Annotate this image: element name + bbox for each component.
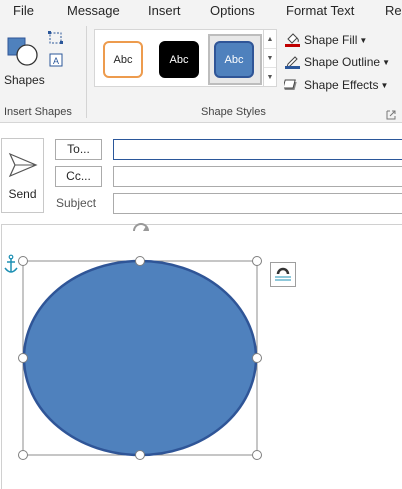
pen-icon bbox=[284, 54, 301, 70]
shape-styles-gallery: Abc Abc Abc bbox=[94, 29, 264, 87]
tab-file[interactable]: File bbox=[13, 3, 34, 18]
text-box-icon[interactable]: A bbox=[47, 52, 65, 68]
cc-field[interactable] bbox=[113, 166, 402, 187]
shapes-label: Shapes bbox=[4, 73, 45, 87]
shape-fill-button[interactable]: Shape Fill ▼ bbox=[284, 30, 367, 50]
chevron-down-icon: ▼ bbox=[382, 57, 390, 67]
send-button[interactable]: Send bbox=[1, 138, 44, 213]
style-swatch-orange-outline[interactable]: Abc bbox=[103, 41, 143, 78]
style-swatch-black[interactable]: Abc bbox=[159, 41, 199, 78]
paint-bucket-icon bbox=[284, 32, 301, 48]
chevron-down-icon: ▼ bbox=[359, 35, 368, 45]
edit-shape-icon[interactable] bbox=[47, 30, 65, 46]
insert-shapes-group-label: Insert Shapes bbox=[4, 106, 72, 118]
subject-field[interactable] bbox=[113, 193, 402, 214]
group-separator bbox=[86, 26, 87, 118]
shape-effects-label: Shape Effects bbox=[304, 78, 379, 92]
send-icon bbox=[8, 152, 38, 178]
tab-insert[interactable]: Insert bbox=[148, 3, 181, 18]
gallery-scroll: ▲ ▼ ▼ bbox=[264, 29, 277, 87]
shape-styles-group-label: Shape Styles bbox=[201, 106, 266, 118]
shape-outline-label: Shape Outline bbox=[304, 55, 381, 69]
gallery-more-icon[interactable]: ▼ bbox=[264, 68, 276, 87]
tab-message[interactable]: Message bbox=[67, 3, 120, 18]
chevron-down-icon: ▼ bbox=[380, 80, 389, 90]
to-button[interactable]: To... bbox=[55, 139, 102, 160]
tab-review[interactable]: Re bbox=[385, 3, 402, 18]
style-swatch-blue[interactable]: Abc bbox=[214, 41, 254, 78]
send-label: Send bbox=[8, 187, 37, 201]
shapes-icon bbox=[7, 37, 38, 66]
to-field[interactable] bbox=[113, 139, 402, 160]
message-body[interactable] bbox=[1, 224, 402, 489]
cc-button[interactable]: Cc... bbox=[55, 166, 102, 187]
shape-outline-button[interactable]: Shape Outline ▼ bbox=[284, 52, 390, 72]
dialog-launcher-icon[interactable] bbox=[386, 109, 396, 120]
gallery-down-icon[interactable]: ▼ bbox=[264, 49, 276, 68]
shapes-button[interactable]: Shapes bbox=[2, 28, 45, 90]
tab-format-text[interactable]: Format Text bbox=[286, 3, 354, 18]
ribbon: Shapes A Insert Shapes Abc Abc Abc ▲ ▼ ▼ bbox=[0, 22, 402, 123]
shape-effects-button[interactable]: Shape Effects ▼ bbox=[282, 75, 389, 95]
gallery-up-icon[interactable]: ▲ bbox=[264, 30, 276, 49]
svg-text:A: A bbox=[53, 56, 59, 66]
subject-label: Subject bbox=[56, 196, 97, 210]
effects-icon bbox=[282, 77, 301, 93]
tab-options[interactable]: Options bbox=[210, 3, 255, 18]
layout-options-icon[interactable] bbox=[270, 262, 296, 287]
shape-fill-label: Shape Fill bbox=[304, 33, 358, 47]
menu-bar: File Message Insert Options Format Text … bbox=[0, 0, 402, 22]
